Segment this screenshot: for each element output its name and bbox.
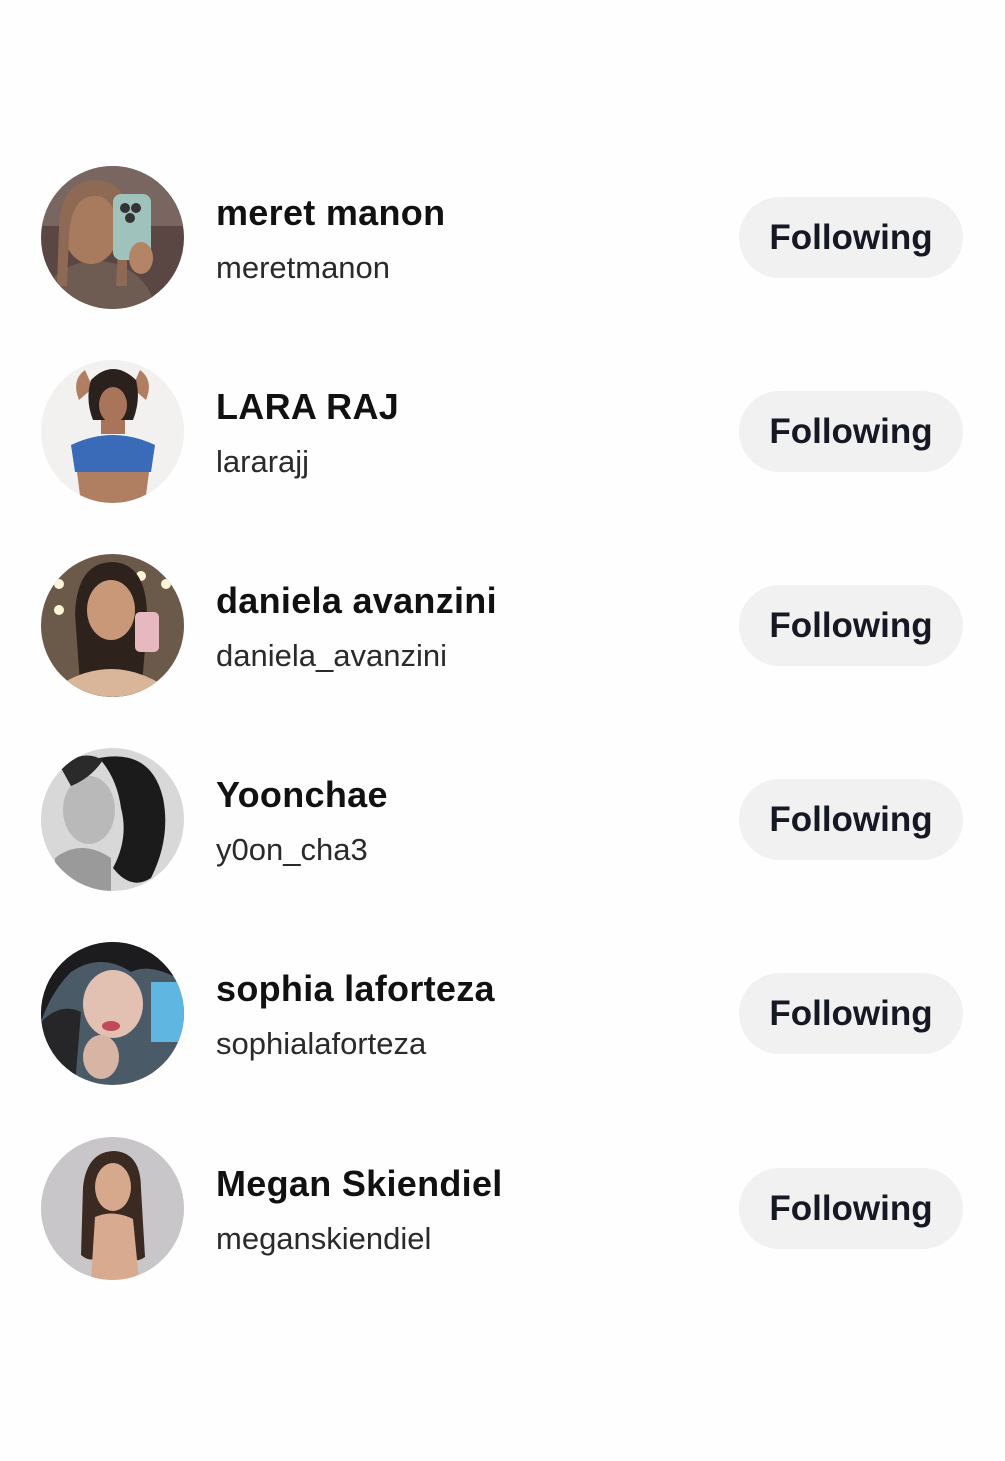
display-name: daniela avanzini	[216, 580, 497, 621]
avatar[interactable]	[41, 554, 184, 697]
avatar[interactable]	[41, 748, 184, 891]
username: meganskiendiel	[216, 1221, 432, 1256]
display-name: LARA RAJ	[216, 386, 400, 427]
username: meretmanon	[216, 250, 391, 285]
following-button[interactable]: Following	[739, 391, 963, 472]
display-name: Yoonchae	[216, 774, 388, 815]
user-row[interactable]: LARA RAJ lararajj Following	[0, 360, 1005, 504]
following-button[interactable]: Following	[739, 973, 963, 1054]
following-button[interactable]: Following	[739, 779, 963, 860]
username: daniela_avanzini	[216, 638, 447, 673]
avatar[interactable]	[41, 166, 184, 309]
username: lararajj	[216, 444, 310, 479]
avatar[interactable]	[41, 1137, 184, 1280]
username: y0on_cha3	[216, 832, 368, 867]
user-row[interactable]: meret manon meretmanon Following	[0, 166, 1005, 310]
display-name: Megan Skiendiel	[216, 1163, 503, 1204]
following-button[interactable]: Following	[739, 585, 963, 666]
display-name: sophia laforteza	[216, 968, 495, 1009]
user-row[interactable]: Megan Skiendiel meganskiendiel Following	[0, 1137, 1005, 1281]
following-button[interactable]: Following	[739, 197, 963, 278]
username: sophialaforteza	[216, 1026, 427, 1061]
avatar[interactable]	[41, 942, 184, 1085]
avatar[interactable]	[41, 360, 184, 503]
user-row[interactable]: Yoonchae y0on_cha3 Following	[0, 748, 1005, 892]
following-button[interactable]: Following	[739, 1168, 963, 1249]
user-row[interactable]: sophia laforteza sophialaforteza Followi…	[0, 942, 1005, 1086]
display-name: meret manon	[216, 192, 446, 233]
user-row[interactable]: daniela avanzini daniela_avanzini Follow…	[0, 554, 1005, 698]
